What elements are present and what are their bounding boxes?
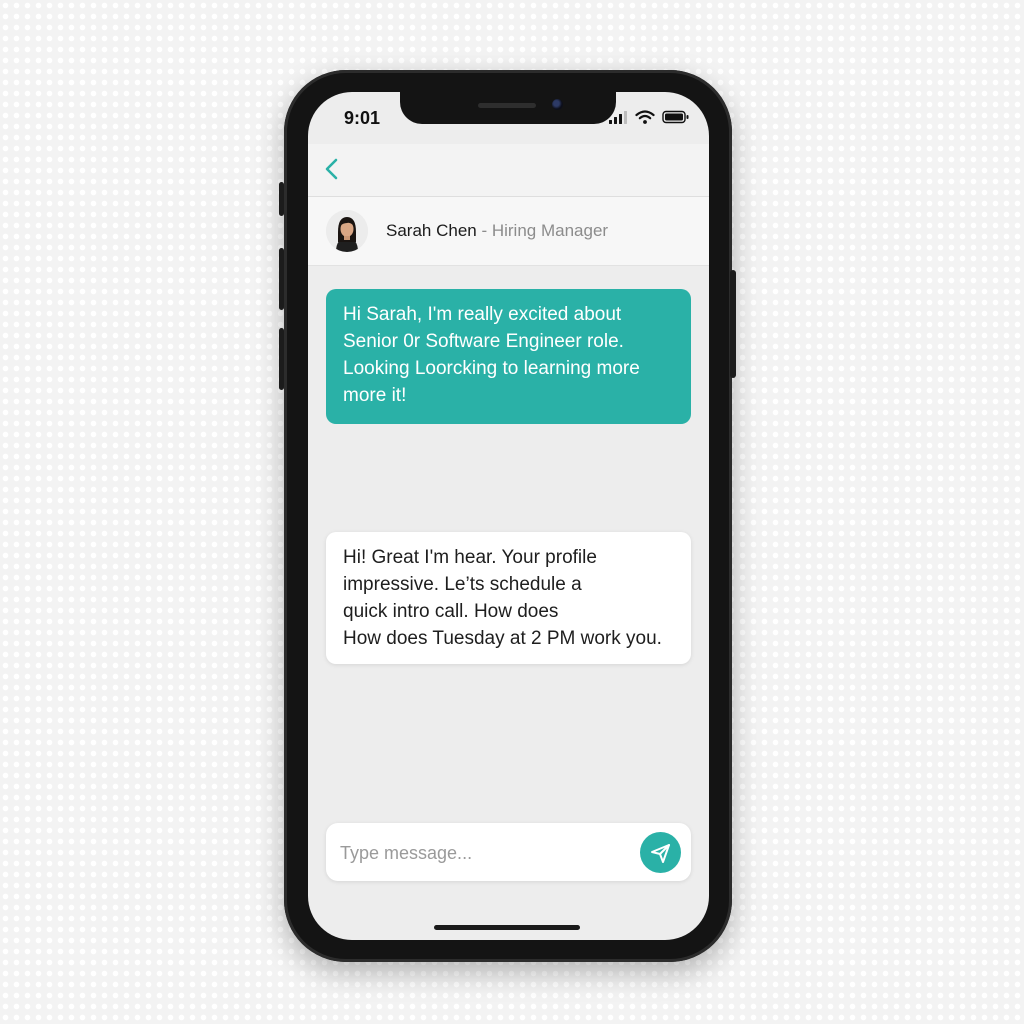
contact-name: Sarah Chen xyxy=(386,221,477,240)
mute-switch xyxy=(279,182,284,216)
chevron-left-icon xyxy=(325,158,338,180)
top-navigation-bar xyxy=(308,144,709,197)
status-icons xyxy=(608,110,690,124)
message-line: Hi Sarah, I'm really excited about xyxy=(343,304,622,325)
power-button xyxy=(730,270,736,378)
contact-role: Hiring Manager xyxy=(491,221,609,240)
incoming-message-bubble[interactable]: Hi! Great I'm hear. Your profile impress… xyxy=(326,532,691,664)
volume-up-button xyxy=(279,248,284,310)
volume-down-button xyxy=(279,328,284,390)
message-input[interactable] xyxy=(338,837,622,869)
contact-header[interactable]: Sarah Chen - Hiring Manager xyxy=(308,197,709,266)
contact-separator: - xyxy=(476,221,492,240)
home-indicator[interactable] xyxy=(434,925,580,930)
send-icon xyxy=(651,844,670,863)
front-camera xyxy=(552,99,563,110)
status-time: 9:01 xyxy=(344,108,381,128)
message-line: impressive. Le’ts schedule a xyxy=(343,574,582,595)
message-line: quick intro call. How does xyxy=(343,601,559,622)
battery-icon xyxy=(662,110,689,124)
phone-screen: 9:01 Sarah Chen - Hiring Manager Hi Sara… xyxy=(308,92,709,940)
wifi-icon xyxy=(635,110,655,124)
back-button[interactable] xyxy=(318,154,348,184)
message-line: Hi! Great I'm hear. Your profile xyxy=(343,547,597,568)
outgoing-message-bubble[interactable]: Hi Sarah, I'm really excited about Senio… xyxy=(326,289,691,424)
person-avatar-icon xyxy=(326,210,368,252)
message-line: Senior 0r Software Engineer role. xyxy=(343,331,624,352)
message-composer xyxy=(326,823,691,881)
phone-frame: 9:01 Sarah Chen - Hiring Manager Hi Sara… xyxy=(279,70,736,962)
message-line: more it! xyxy=(343,385,407,406)
notch xyxy=(400,92,616,124)
speaker-grille xyxy=(478,103,536,108)
contact-info: Sarah Chen - Hiring Manager xyxy=(386,221,608,241)
message-line: How does Tuesday at 2 PM work you. xyxy=(343,628,662,649)
message-line: Looking Loorcking to learning more xyxy=(343,358,640,379)
avatar[interactable] xyxy=(326,210,368,252)
send-button[interactable] xyxy=(640,832,681,873)
